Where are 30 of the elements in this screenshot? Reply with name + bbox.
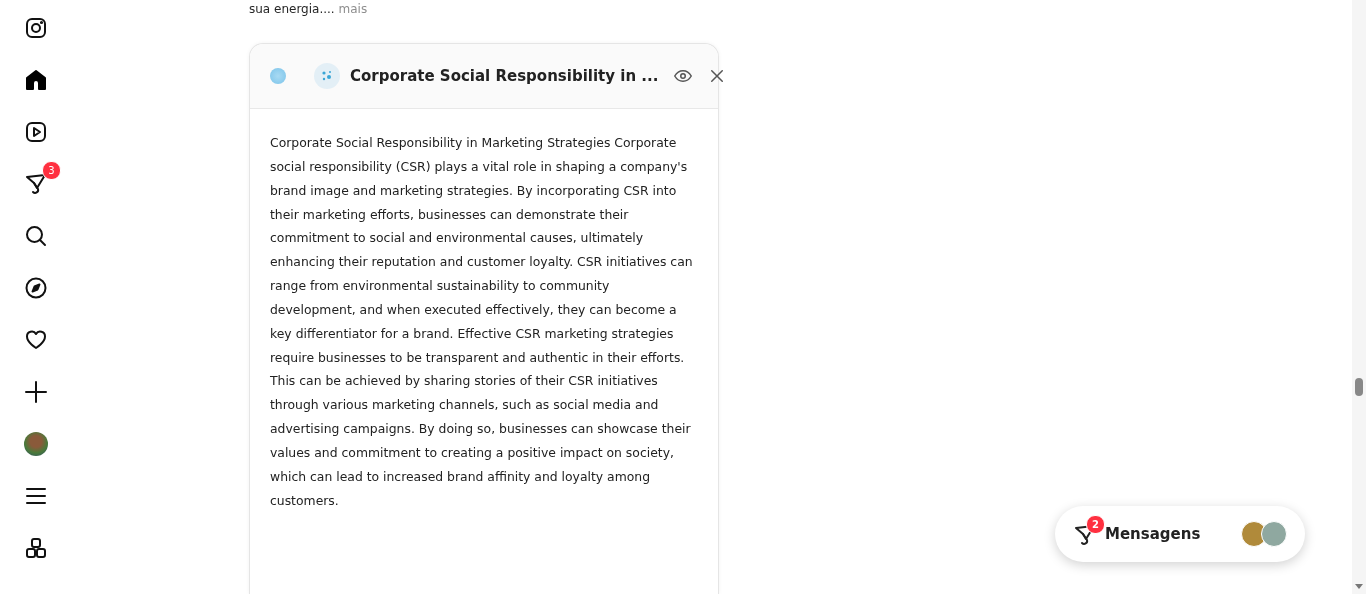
nav-item[interactable] (24, 380, 48, 404)
apps-icon (24, 536, 48, 560)
compass-icon (24, 276, 48, 300)
notification-badge: 3 (42, 161, 61, 180)
nav-item[interactable] (24, 68, 48, 92)
status-dot (270, 68, 286, 84)
nav-item[interactable] (24, 16, 48, 40)
heart-icon (24, 328, 48, 352)
card-title: Corporate Social Responsibility in ... (350, 67, 659, 85)
notification-badge: 2 (1086, 515, 1105, 534)
view-button[interactable] (674, 67, 693, 85)
camera-logo-icon (24, 16, 48, 40)
home-icon (24, 68, 48, 92)
search-icon (24, 224, 48, 248)
nav-item[interactable] (24, 276, 48, 300)
avatar (1261, 521, 1287, 547)
sparkle-icon (314, 63, 340, 89)
post-caption: sua energia.... mais (249, 2, 369, 16)
send-icon (24, 172, 48, 196)
messages-button[interactable]: 2 Mensagens (1055, 506, 1305, 562)
card-body-text: Corporate Social Responsibility in Marketing Strategies Corporate social responsibility (CSR) plays a vital role in shaping a company's brand image and marketing strategies. By incorporating CSR into their marketing efforts, businesses can demonstrate their commitment to social and environmental causes, ultimately enhancing their reputation and customer loyalty. CSR initiatives can range from environmental sustainability to community development, and when executed effectively, they can become a key differentiator for a brand. Effective CSR marketing strategies require businesses to be transparent and authentic in their efforts. This can be achieved by sharing stories of their CSR initiatives through various marketing channels, such as social media and advertising campaigns. By doing so, businesses can showcase their values and commitment to creating a positive impact on society, which can lead to increased brand affinity and loyalty among customers. (269, 134, 694, 510)
play-icon (24, 120, 48, 144)
scrollbar[interactable] (1352, 0, 1366, 594)
nav-item[interactable] (24, 328, 48, 352)
profile-avatar[interactable] (24, 432, 48, 456)
plus-icon (24, 380, 48, 404)
nav-item[interactable] (24, 224, 48, 248)
nav-item[interactable] (24, 172, 48, 196)
nav-item[interactable] (24, 536, 48, 560)
nav-item[interactable] (24, 120, 48, 144)
